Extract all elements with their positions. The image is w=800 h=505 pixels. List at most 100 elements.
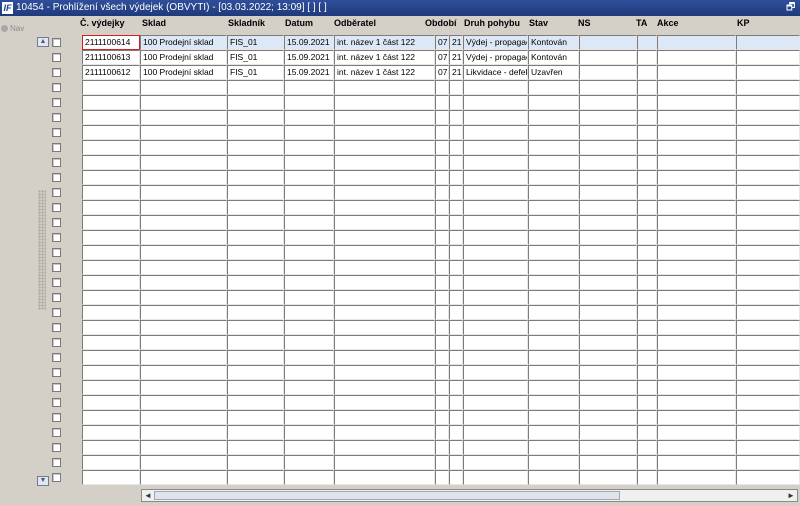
table-cell[interactable]: [463, 365, 528, 380]
table-cell[interactable]: [227, 335, 284, 350]
table-cell[interactable]: [284, 200, 334, 215]
table-cell[interactable]: [227, 290, 284, 305]
table-cell[interactable]: [637, 275, 657, 290]
table-cell[interactable]: [736, 65, 800, 80]
table-cell[interactable]: [284, 470, 334, 485]
table-cell[interactable]: [463, 125, 528, 140]
table-cell[interactable]: [736, 230, 800, 245]
column-header[interactable]: Č. výdejky: [80, 18, 140, 32]
table-cell[interactable]: [449, 365, 463, 380]
table-cell[interactable]: [528, 80, 579, 95]
table-cell[interactable]: [657, 290, 736, 305]
table-cell[interactable]: Kontován: [528, 35, 579, 50]
table-cell[interactable]: [736, 125, 800, 140]
table-cell[interactable]: [528, 200, 579, 215]
table-cell[interactable]: [435, 305, 449, 320]
table-cell[interactable]: [463, 95, 528, 110]
column-header[interactable]: Období: [425, 18, 458, 32]
table-cell[interactable]: [637, 305, 657, 320]
table-cell[interactable]: [579, 380, 637, 395]
column-header[interactable]: TA: [636, 18, 656, 32]
empty-table-row[interactable]: [0, 140, 800, 155]
table-cell[interactable]: [579, 140, 637, 155]
table-cell[interactable]: FIS_01: [227, 35, 284, 50]
empty-table-row[interactable]: [0, 470, 800, 485]
table-cell[interactable]: [284, 380, 334, 395]
column-header[interactable]: KP: [737, 18, 777, 32]
table-cell[interactable]: [657, 440, 736, 455]
empty-table-row[interactable]: [0, 185, 800, 200]
table-cell[interactable]: [435, 140, 449, 155]
table-cell[interactable]: [82, 80, 140, 95]
table-cell[interactable]: [528, 110, 579, 125]
table-cell[interactable]: [579, 290, 637, 305]
table-cell[interactable]: [140, 395, 227, 410]
table-cell[interactable]: [736, 35, 800, 50]
table-cell[interactable]: [435, 440, 449, 455]
table-cell[interactable]: [334, 320, 435, 335]
table-cell[interactable]: [463, 155, 528, 170]
table-cell[interactable]: [637, 35, 657, 50]
table-cell[interactable]: [579, 65, 637, 80]
scrollbar-thumb[interactable]: [154, 491, 620, 500]
table-cell[interactable]: [435, 230, 449, 245]
table-cell[interactable]: [140, 350, 227, 365]
table-cell[interactable]: [435, 170, 449, 185]
table-cell[interactable]: Uzavřen: [528, 65, 579, 80]
table-cell[interactable]: [736, 350, 800, 365]
table-cell[interactable]: [334, 125, 435, 140]
table-cell[interactable]: [284, 215, 334, 230]
table-cell[interactable]: [227, 215, 284, 230]
table-cell[interactable]: [449, 425, 463, 440]
table-cell[interactable]: [736, 50, 800, 65]
empty-table-row[interactable]: [0, 320, 800, 335]
table-cell[interactable]: [528, 260, 579, 275]
table-cell[interactable]: [736, 260, 800, 275]
table-cell[interactable]: [657, 395, 736, 410]
table-cell[interactable]: [82, 260, 140, 275]
table-cell[interactable]: [579, 305, 637, 320]
table-cell[interactable]: 15.09.2021: [284, 65, 334, 80]
table-cell[interactable]: [736, 290, 800, 305]
table-cell[interactable]: [637, 80, 657, 95]
empty-table-row[interactable]: [0, 200, 800, 215]
empty-table-row[interactable]: [0, 350, 800, 365]
table-cell[interactable]: [227, 350, 284, 365]
table-cell[interactable]: [435, 470, 449, 485]
table-cell[interactable]: [82, 245, 140, 260]
table-cell[interactable]: [334, 395, 435, 410]
table-cell[interactable]: [449, 440, 463, 455]
table-cell[interactable]: [140, 110, 227, 125]
table-cell[interactable]: [140, 425, 227, 440]
table-cell[interactable]: [463, 290, 528, 305]
table-cell[interactable]: [579, 350, 637, 365]
table-cell[interactable]: [435, 410, 449, 425]
table-cell[interactable]: [637, 110, 657, 125]
table-cell[interactable]: [140, 245, 227, 260]
table-cell[interactable]: [528, 95, 579, 110]
table-cell[interactable]: [579, 80, 637, 95]
table-cell[interactable]: [435, 215, 449, 230]
table-cell[interactable]: [449, 140, 463, 155]
column-header[interactable]: Stav: [529, 18, 574, 32]
table-cell[interactable]: [579, 230, 637, 245]
table-cell[interactable]: [579, 95, 637, 110]
table-cell[interactable]: [528, 410, 579, 425]
table-cell[interactable]: [435, 95, 449, 110]
table-cell[interactable]: [334, 275, 435, 290]
empty-table-row[interactable]: [0, 305, 800, 320]
table-cell[interactable]: [528, 290, 579, 305]
table-cell[interactable]: [334, 425, 435, 440]
table-cell[interactable]: [657, 275, 736, 290]
table-cell[interactable]: [227, 185, 284, 200]
table-cell[interactable]: [449, 170, 463, 185]
table-cell[interactable]: [140, 185, 227, 200]
table-cell[interactable]: [435, 245, 449, 260]
table-cell[interactable]: [657, 320, 736, 335]
empty-table-row[interactable]: [0, 125, 800, 140]
column-header[interactable]: Skladník: [228, 18, 283, 32]
table-cell[interactable]: [528, 455, 579, 470]
table-cell[interactable]: [435, 380, 449, 395]
table-cell[interactable]: [637, 50, 657, 65]
table-cell[interactable]: [284, 170, 334, 185]
